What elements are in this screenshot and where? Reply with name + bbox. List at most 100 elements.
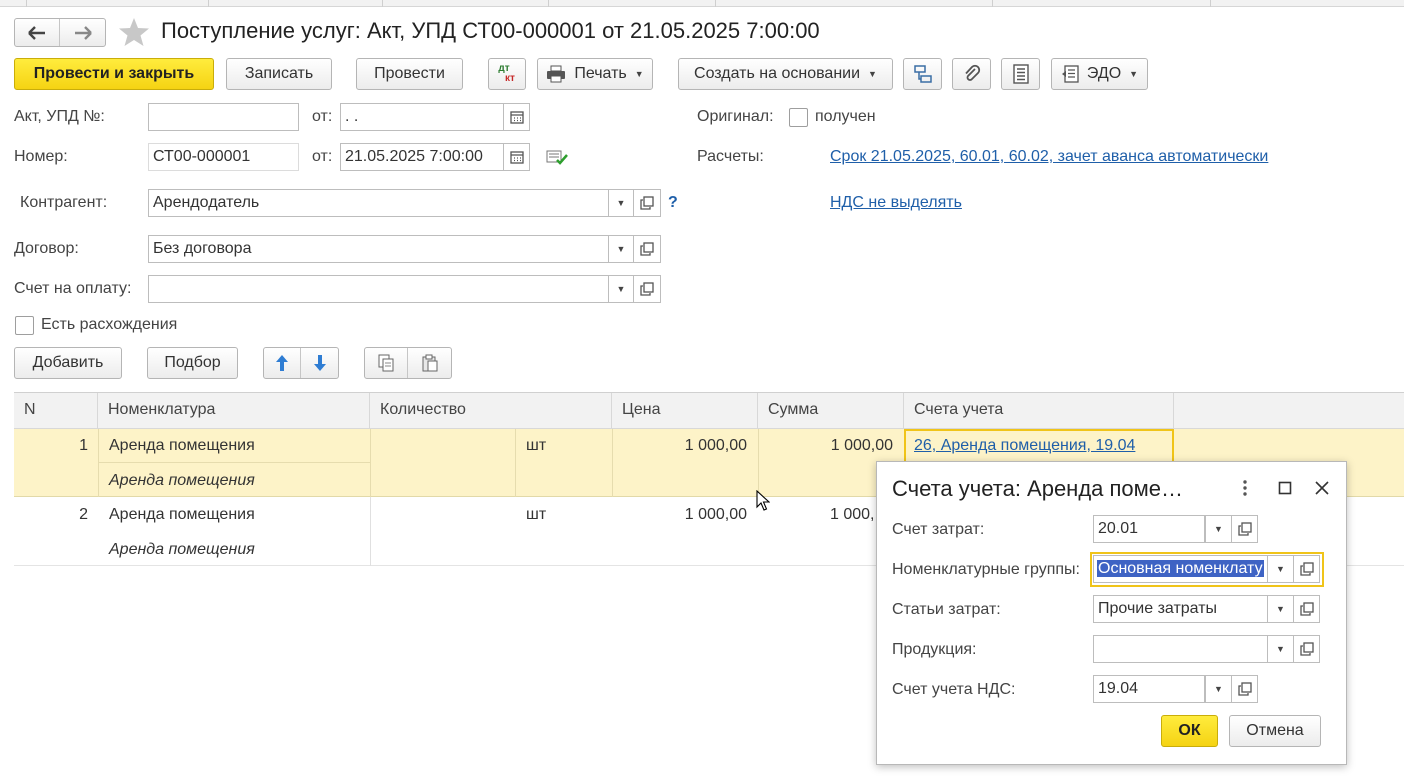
act-date-input[interactable]: . . bbox=[340, 103, 504, 131]
row-unit[interactable]: шт bbox=[526, 506, 546, 524]
column-header-sum[interactable]: Сумма bbox=[758, 393, 904, 429]
row-nomenclature[interactable]: Аренда помещения bbox=[109, 437, 255, 455]
copy-button[interactable] bbox=[365, 348, 409, 378]
open-icon bbox=[640, 282, 654, 296]
invoice-input[interactable] bbox=[148, 275, 609, 303]
row-price[interactable]: 1 000,00 bbox=[685, 437, 747, 455]
cost-items-open-button[interactable] bbox=[1293, 595, 1320, 623]
products-input[interactable] bbox=[1093, 635, 1268, 663]
add-row-button[interactable]: Добавить bbox=[14, 347, 122, 379]
column-header-quantity[interactable]: Количество bbox=[370, 393, 612, 429]
vat-account-dropdown-button[interactable]: ▼ bbox=[1205, 675, 1232, 703]
chevron-down-icon: ▼ bbox=[616, 284, 626, 294]
more-actions-icon[interactable] bbox=[1242, 480, 1248, 496]
counterparty-dropdown-button[interactable]: ▼ bbox=[608, 189, 634, 217]
forward-button[interactable] bbox=[60, 19, 105, 46]
invoice-open-button[interactable] bbox=[633, 275, 661, 303]
save-button[interactable]: Записать bbox=[226, 58, 332, 90]
printer-icon bbox=[547, 65, 566, 83]
column-header-n[interactable]: N bbox=[14, 393, 98, 429]
row-accounts-link[interactable]: 26, Аренда помещения, 19.04 bbox=[914, 437, 1135, 455]
chevron-down-icon: ▼ bbox=[634, 69, 644, 79]
cost-account-dropdown-button[interactable]: ▼ bbox=[1205, 515, 1232, 543]
copy-paste-buttons bbox=[364, 347, 452, 379]
row-unit[interactable]: шт bbox=[526, 437, 546, 455]
contract-open-button[interactable] bbox=[633, 235, 661, 263]
settlements-label: Расчеты: bbox=[697, 148, 764, 165]
pick-button[interactable]: Подбор bbox=[147, 347, 238, 379]
move-down-button[interactable] bbox=[301, 348, 338, 378]
column-header-accounts[interactable]: Счета учета bbox=[904, 393, 1174, 429]
arrow-up-icon bbox=[276, 355, 288, 371]
column-header-price[interactable]: Цена bbox=[612, 393, 758, 429]
row-price[interactable]: 1 000,00 bbox=[685, 506, 747, 524]
post-button[interactable]: Провести bbox=[356, 58, 463, 90]
counterparty-help-icon[interactable]: ? bbox=[668, 194, 678, 212]
cost-items-dropdown-button[interactable]: ▼ bbox=[1267, 595, 1294, 623]
products-dropdown-button[interactable]: ▼ bbox=[1267, 635, 1294, 663]
row-sum[interactable]: 1 000, bbox=[830, 506, 874, 524]
edo-label: ЭДО bbox=[1086, 65, 1122, 82]
cost-account-open-button[interactable] bbox=[1231, 515, 1258, 543]
post-and-close-button[interactable]: Провести и закрыть bbox=[14, 58, 214, 90]
cost-items-label: Статьи затрат: bbox=[892, 601, 1001, 618]
paperclip-icon bbox=[964, 64, 980, 81]
ok-button[interactable]: ОК bbox=[1161, 715, 1218, 747]
open-icon bbox=[1237, 682, 1252, 696]
act-number-input[interactable] bbox=[148, 103, 299, 131]
vat-link[interactable]: НДС не выделять bbox=[830, 194, 962, 212]
edo-button[interactable]: ЭДО ▼ bbox=[1051, 58, 1148, 90]
report-button[interactable] bbox=[1001, 58, 1040, 90]
nomenclature-groups-input[interactable]: Основная номенклату bbox=[1093, 555, 1268, 583]
counterparty-open-button[interactable] bbox=[633, 189, 661, 217]
chevron-down-icon: ▼ bbox=[616, 244, 626, 254]
dt-kt-button[interactable]: дт кт bbox=[488, 58, 526, 90]
row-sum[interactable]: 1 000,00 bbox=[831, 437, 893, 455]
cost-items-input[interactable]: Прочие затраты bbox=[1093, 595, 1268, 623]
cancel-button[interactable]: Отмена bbox=[1229, 715, 1321, 747]
original-received-checkbox[interactable] bbox=[789, 108, 808, 127]
list-document-icon bbox=[1012, 64, 1029, 84]
act-date-calendar-button[interactable] bbox=[503, 103, 530, 131]
vat-account-open-button[interactable] bbox=[1231, 675, 1258, 703]
open-icon bbox=[1237, 522, 1252, 536]
counterparty-input[interactable]: Арендодатель bbox=[148, 189, 609, 217]
row-nomenclature-content[interactable]: Аренда помещения bbox=[109, 541, 255, 559]
products-open-button[interactable] bbox=[1293, 635, 1320, 663]
row-nomenclature-content[interactable]: Аренда помещения bbox=[109, 472, 255, 490]
arrow-right-icon bbox=[74, 25, 92, 40]
column-header-nomenclature[interactable]: Номенклатура bbox=[98, 393, 370, 429]
vat-account-input[interactable]: 19.04 bbox=[1093, 675, 1205, 703]
invoice-dropdown-button[interactable]: ▼ bbox=[608, 275, 634, 303]
row-number: 2 bbox=[79, 506, 88, 523]
cost-account-input[interactable]: 20.01 bbox=[1093, 515, 1205, 543]
paste-button[interactable] bbox=[408, 348, 451, 378]
settlements-link[interactable]: Срок 21.05.2025, 60.01, 60.02, зачет ава… bbox=[830, 148, 1268, 166]
chevron-down-icon: ▼ bbox=[1276, 564, 1285, 574]
counterparty-label: Контрагент: bbox=[20, 194, 108, 211]
vat-account-label: Счет учета НДС: bbox=[892, 681, 1016, 698]
move-up-button[interactable] bbox=[264, 348, 302, 378]
nomenclature-groups-open-button[interactable] bbox=[1293, 555, 1320, 583]
contract-input[interactable]: Без договора bbox=[148, 235, 609, 263]
contract-dropdown-button[interactable]: ▼ bbox=[608, 235, 634, 263]
calendar-icon bbox=[509, 111, 524, 124]
structure-button[interactable] bbox=[903, 58, 942, 90]
maximize-icon[interactable] bbox=[1278, 481, 1292, 495]
close-icon[interactable] bbox=[1314, 480, 1330, 496]
number-date-calendar-button[interactable] bbox=[503, 143, 530, 171]
page-title: Поступление услуг: Акт, УПД СТ00-000001 … bbox=[161, 18, 820, 43]
back-button[interactable] bbox=[15, 19, 61, 46]
print-button[interactable]: Печать ▼ bbox=[537, 58, 653, 90]
attach-button[interactable] bbox=[952, 58, 991, 90]
original-received-label: получен bbox=[815, 108, 876, 125]
favorite-star-icon[interactable] bbox=[118, 17, 150, 47]
number-date-input[interactable]: 21.05.2025 7:00:00 bbox=[340, 143, 504, 171]
number-input[interactable]: СТ00-000001 bbox=[148, 143, 299, 171]
nomenclature-groups-dropdown-button[interactable]: ▼ bbox=[1267, 555, 1294, 583]
create-based-on-button[interactable]: Создать на основании ▼ bbox=[678, 58, 893, 90]
discrepancy-checkbox[interactable] bbox=[15, 316, 34, 335]
move-buttons bbox=[263, 347, 339, 379]
open-icon bbox=[640, 242, 654, 256]
row-nomenclature[interactable]: Аренда помещения bbox=[109, 506, 255, 524]
